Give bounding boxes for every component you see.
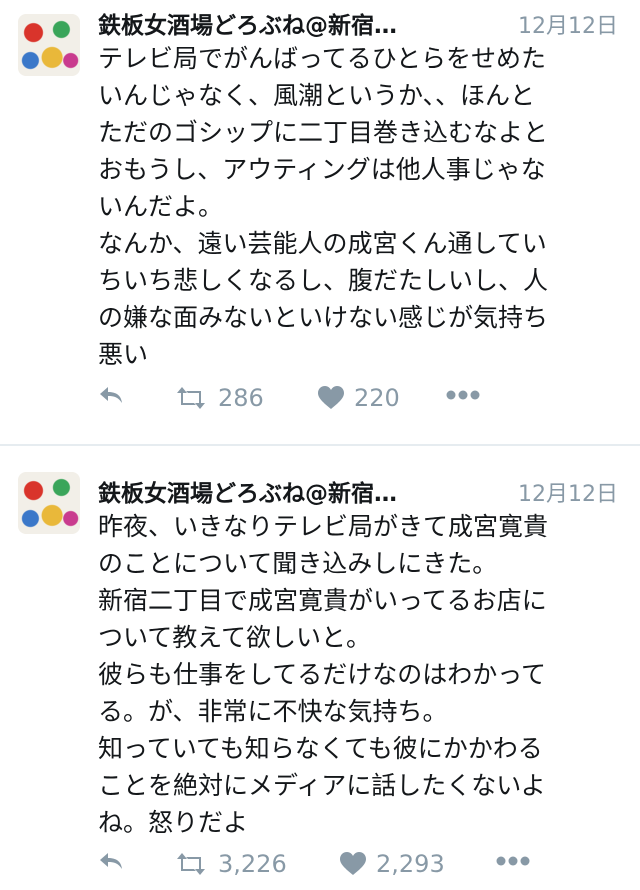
retweet-button[interactable]: 286 xyxy=(174,384,264,412)
avatar[interactable] xyxy=(18,14,80,76)
tweet-text-line: 彼らも仕事をしてるだけなのはわかって xyxy=(98,660,547,689)
more-button[interactable] xyxy=(496,856,530,866)
tweet-date[interactable]: 12月12日 xyxy=(518,476,618,508)
reply-button[interactable] xyxy=(98,384,124,406)
tweet-text: テレビ局でがんばってるひとらをせめた いんじゃなく、風潮というか、、ほんと ただ… xyxy=(98,40,613,373)
heart-icon xyxy=(340,852,366,875)
retweet-icon xyxy=(177,387,205,409)
tweet-text-line: おもうし、アウティングは他人事じゃな xyxy=(98,155,546,184)
tweet-text-line: ただのゴシップに二丁目巻き込むなよと xyxy=(98,118,549,147)
like-count: 2,293 xyxy=(376,850,445,878)
tweet-text-line: ついて教えて欲しいと。 xyxy=(98,623,372,652)
tweet-text-line: ちいち悲しくなるし、腹だたしいし、人 xyxy=(98,266,549,295)
reply-icon xyxy=(100,853,122,869)
tweet-text-line: いんじゃなく、風潮というか、、ほんと xyxy=(98,81,536,110)
tweet-text-line: 知っていても知らなくても彼にかかわる xyxy=(98,734,543,763)
author-name[interactable]: 鉄板女酒場どろぶね@新宿… xyxy=(98,474,397,508)
avatar[interactable] xyxy=(18,472,80,534)
tweet-text-line: のことについて聞き込みしにきた。 xyxy=(98,549,498,578)
author-name[interactable]: 鉄板女酒場どろぶね@新宿… xyxy=(98,6,397,40)
retweet-count: 286 xyxy=(218,384,264,412)
tweet-1[interactable]: 鉄板女酒場どろぶね@新宿… 12月12日 テレビ局でがんばってるひとらをせめた … xyxy=(0,0,640,444)
tweet-text-line: の嫌な面みないといけない感じが気持ち xyxy=(98,303,549,332)
tweet-text-line: なんか、遠い芸能人の成宮くん通してい xyxy=(98,229,547,258)
more-button[interactable] xyxy=(446,390,480,400)
like-count: 220 xyxy=(354,384,400,412)
reply-icon xyxy=(100,387,122,403)
tweet-text-line: 悪い xyxy=(98,340,149,369)
tweet-text-line: る。が、非常に不快な気持ち。 xyxy=(98,697,448,726)
like-button[interactable]: 220 xyxy=(318,384,400,412)
tweet-date[interactable]: 12月12日 xyxy=(518,8,618,40)
like-button[interactable]: 2,293 xyxy=(340,850,445,878)
retweet-count: 3,226 xyxy=(218,850,287,878)
tweet-actions: 286 220 xyxy=(98,384,618,414)
tweet-text: 昨夜、いきなりテレビ局がきて成宮寛貴 のことについて聞き込みしにきた。 新宿二丁… xyxy=(98,508,613,841)
tweet-text-line: ことを絶対にメディアに話したくないよ xyxy=(98,771,546,800)
tweet-2[interactable]: 鉄板女酒場どろぶね@新宿… 12月12日 昨夜、いきなりテレビ局がきて成宮寛貴 … xyxy=(0,446,640,890)
tweet-text-line: 新宿二丁目で成宮寛貴がいってるお店に xyxy=(98,586,547,615)
retweet-button[interactable]: 3,226 xyxy=(174,850,287,878)
tweet-text-line: テレビ局でがんばってるひとらをせめた xyxy=(98,44,547,73)
tweet-text-line: いんだよ。 xyxy=(98,192,224,221)
retweet-icon xyxy=(177,853,205,875)
heart-icon xyxy=(318,386,344,409)
reply-button[interactable] xyxy=(98,850,124,872)
more-icon xyxy=(446,390,480,400)
more-icon xyxy=(496,856,530,866)
tweet-text-line: ね。怒りだよ xyxy=(98,808,249,837)
tweet-actions: 3,226 2,293 xyxy=(98,850,618,880)
tweet-text-line: 昨夜、いきなりテレビ局がきて成宮寛貴 xyxy=(98,512,549,541)
